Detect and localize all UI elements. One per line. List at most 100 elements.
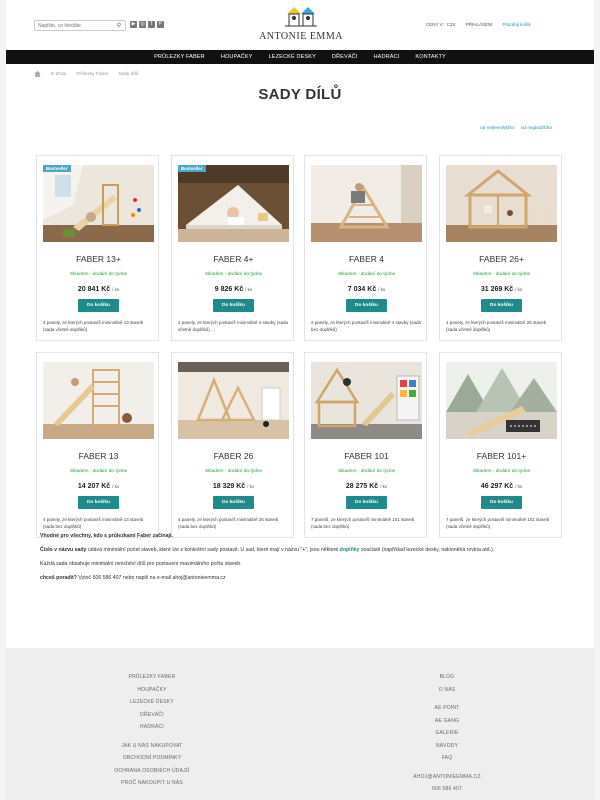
search-icon[interactable]: ⚲ <box>115 22 123 30</box>
footer-link[interactable]: DŘEVÁČI <box>112 709 192 722</box>
nav-item-houpacky[interactable]: HOUPAČKY <box>213 54 261 60</box>
product-image[interactable]: Bestseller <box>43 165 154 242</box>
product-description: 7 panelů, ze kterých postavíš minimálně … <box>446 517 550 529</box>
search-box[interactable]: ⚲ <box>34 20 126 31</box>
add-to-cart-button[interactable]: Do košíku <box>78 299 119 312</box>
product-card[interactable]: FABER 101 Skladem - dodání do týdne 28 2… <box>304 352 427 538</box>
product-name[interactable]: FABER 101+ <box>440 451 563 461</box>
product-name[interactable]: FABER 13 <box>37 451 160 461</box>
product-image[interactable] <box>446 165 557 242</box>
home-icon[interactable] <box>34 71 41 77</box>
info-intro: Vhodné pro všechny, kdo s průlezkami Fab… <box>40 533 173 539</box>
price-value: 46 297 Kč <box>480 483 514 490</box>
footer-link[interactable]: AE GANG <box>402 715 492 728</box>
info-contact-label: chceš poradit? <box>40 575 77 581</box>
product-price: 9 826 Kč / ks <box>172 286 295 293</box>
sort-options: od nejlevnějšího od nejdražšího <box>480 126 552 131</box>
footer-link[interactable]: PROČ NAKOUPIT U NÁS <box>112 777 192 790</box>
footer-link[interactable]: JAK U NÁS NAKUPOVAT <box>112 740 192 753</box>
footer-link[interactable]: OCHRANA OSOBNÍCH ÚDAJŮ <box>112 765 192 778</box>
stock-status: Skladem - dodání do týdne <box>472 469 531 474</box>
product-image[interactable] <box>311 165 422 242</box>
add-to-cart-button[interactable]: Do košíku <box>346 299 387 312</box>
currency-selector[interactable]: CENY V: CZK <box>426 22 456 27</box>
footer-link[interactable]: HADRÁCI <box>112 721 192 734</box>
nav-item-hadraci[interactable]: HADRÁCI <box>365 54 407 60</box>
sort-most-expensive[interactable]: od nejdražšího <box>521 126 552 131</box>
logo[interactable]: ANTONIE EMMA <box>250 6 352 44</box>
breadcrumb-item-eshop[interactable]: E-shop <box>51 72 66 77</box>
product-name[interactable]: FABER 26 <box>172 451 295 461</box>
currency-value[interactable]: CZK <box>447 22 456 27</box>
add-to-cart-button[interactable]: Do košíku <box>481 496 522 509</box>
price-value: 20 841 Kč <box>77 286 111 293</box>
product-image[interactable] <box>43 362 154 439</box>
add-to-cart-button[interactable]: Do košíku <box>78 496 119 509</box>
product-card[interactable]: FABER 4 Skladem - dodání do týdne 7 034 … <box>304 155 427 341</box>
footer-link[interactable]: GALERIE <box>402 727 492 740</box>
footer-left-column: PRŮLEZKY FABER HOUPAČKY LEZECKÉ DESKY DŘ… <box>112 671 192 790</box>
product-price: 7 034 Kč / ks <box>305 286 428 293</box>
product-image[interactable] <box>446 362 557 439</box>
price-value: 18 329 Kč <box>212 483 246 490</box>
info-contact: Vytoč 606 586 407 nebo napiš na e-mail a… <box>76 575 226 581</box>
footer-link[interactable]: BLOG <box>402 671 492 684</box>
nav-item-drevaci[interactable]: DŘEVÁČI <box>324 54 366 60</box>
product-name[interactable]: FABER 101 <box>305 451 428 461</box>
product-card[interactable]: Bestseller FABER 4+ Skladem - dodání do … <box>171 155 294 341</box>
product-price: 46 297 Kč / ks <box>440 483 563 490</box>
breadcrumb-item-faber[interactable]: Průlezky Faber <box>76 72 108 77</box>
footer-link[interactable]: NÁVODY <box>402 740 492 753</box>
instagram-icon[interactable]: ◎ <box>139 21 146 28</box>
price-value: 31 269 Kč <box>480 286 514 293</box>
breadcrumb-item-current: Sady dílů <box>118 71 139 77</box>
product-name[interactable]: FABER 26+ <box>440 254 563 264</box>
youtube-icon[interactable]: ▶ <box>130 21 137 28</box>
stock-status: Skladem - dodání do týdne <box>337 272 396 277</box>
footer-email[interactable]: AHOJ@ANTONIEEMMA.CZ <box>402 771 492 784</box>
price-unit: / ks <box>380 484 388 489</box>
accessories-link[interactable]: doplňky <box>340 547 360 553</box>
facebook-icon[interactable]: f <box>148 21 155 28</box>
footer-link[interactable]: PRŮLEZKY FABER <box>112 671 192 684</box>
add-to-cart-button[interactable]: Do košíku <box>213 496 254 509</box>
stock-status: Skladem - dodání do týdne <box>204 469 263 474</box>
add-to-cart-button[interactable]: Do košíku <box>213 299 254 312</box>
price-unit: / ks <box>247 484 255 489</box>
product-name[interactable]: FABER 13+ <box>37 254 160 264</box>
product-card[interactable]: FABER 26 Skladem - dodání do týdne 18 32… <box>171 352 294 538</box>
product-image[interactable] <box>311 362 422 439</box>
stock-status: Skladem - dodání do týdne <box>204 272 263 277</box>
product-image[interactable] <box>178 362 289 439</box>
price-unit: / ks <box>112 484 120 489</box>
product-image[interactable]: Bestseller <box>178 165 289 242</box>
product-card[interactable]: FABER 26+ Skladem - dodání do týdne 31 2… <box>439 155 562 341</box>
footer-link[interactable]: HOUPAČKY <box>112 684 192 697</box>
add-to-cart-button[interactable]: Do košíku <box>346 496 387 509</box>
product-card[interactable]: FABER 101+ Skladem - dodání do týdne 46 … <box>439 352 562 538</box>
footer-link[interactable]: LEZECKÉ DESKY <box>112 696 192 709</box>
product-name[interactable]: FABER 4+ <box>172 254 295 264</box>
logo-mark-icon <box>285 7 317 27</box>
nav-item-kontakty[interactable]: KONTAKTY <box>407 54 454 60</box>
product-card[interactable]: FABER 13 Skladem - dodání do týdne 14 20… <box>36 352 159 538</box>
footer-link[interactable]: AE POINT <box>402 702 492 715</box>
search-input[interactable] <box>35 22 115 29</box>
nav-item-lezecke-desky[interactable]: LEZECKÉ DESKY <box>261 54 324 60</box>
footer-phone[interactable]: 606 586 407 <box>402 783 492 796</box>
sort-cheapest[interactable]: od nejlevnějšího <box>480 126 515 131</box>
footer-link[interactable]: OBCHODNÍ PODMÍNKY <box>112 752 192 765</box>
login-link[interactable]: PŘIHLÁŠENÍ <box>466 22 493 27</box>
footer-link[interactable]: FAQ <box>402 752 492 765</box>
product-price: 14 207 Kč / ks <box>37 483 160 490</box>
price-unit: / ks <box>515 484 523 489</box>
cart-link[interactable]: Prázdný košík <box>503 22 531 27</box>
footer-link[interactable]: O NÁS <box>402 684 492 697</box>
product-description: 7 panelů, ze kterých postavíš minimálně … <box>311 517 415 529</box>
product-card[interactable]: Bestseller FABER 13+ Skladem - dodání do… <box>36 155 159 341</box>
product-price: 20 841 Kč / ks <box>37 286 160 293</box>
nav-item-faber[interactable]: PRŮLEZKY FABER <box>146 54 213 60</box>
add-to-cart-button[interactable]: Do košíku <box>481 299 522 312</box>
pinterest-icon[interactable]: P <box>157 21 164 28</box>
product-name[interactable]: FABER 4 <box>305 254 428 264</box>
